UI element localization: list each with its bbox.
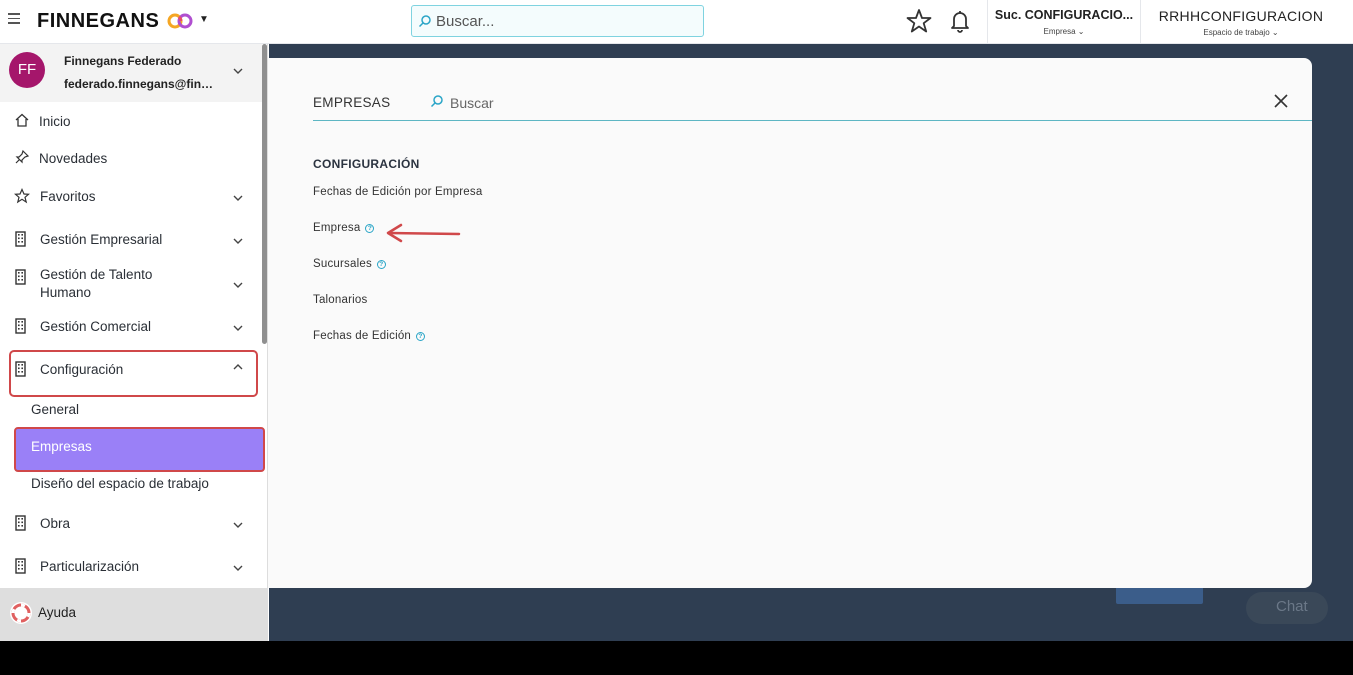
chevron-up-icon — [233, 364, 243, 370]
sidebar-item-obra[interactable]: Obra — [0, 513, 262, 533]
sidebar-subitem-diseno-espacio[interactable]: Diseño del espacio de trabajo — [31, 476, 209, 491]
building-icon — [15, 361, 26, 377]
modal-title: EMPRESAS — [313, 95, 391, 110]
sidebar-item-label: Inicio — [39, 114, 71, 129]
link-fechas-edicion-por-empresa[interactable]: Fechas de Edición por Empresa — [313, 186, 482, 198]
modal-header-divider — [313, 120, 1312, 121]
brand-infinity-icon — [167, 13, 193, 29]
empresas-modal: EMPRESAS CONFIGURACIÓN Fechas de Edición… — [268, 58, 1312, 588]
workspace-label: Espacio de trabajo ⌄ — [1203, 28, 1279, 37]
brand-dropdown-icon[interactable]: ▼ — [199, 14, 209, 25]
top-bar: FINNEGANS ▼ Suc. CONFIGURACIO... Empresa… — [0, 0, 1353, 44]
link-fechas-edicion[interactable]: Fechas de Edición? — [313, 330, 426, 342]
sidebar-item-label: Gestión de Talento Humano — [40, 267, 153, 300]
help-question-icon[interactable]: ? — [416, 332, 426, 341]
link-talonarios[interactable]: Talonarios — [313, 294, 367, 306]
building-icon — [15, 231, 26, 247]
brand-logo-text: FINNEGANS — [37, 10, 160, 32]
background-button — [1116, 586, 1203, 604]
sidebar-item-favoritos[interactable]: Favoritos — [0, 186, 262, 206]
sidebar-item-label: Obra — [40, 516, 71, 531]
global-search-input[interactable] — [436, 11, 696, 31]
notifications-bell-icon[interactable] — [946, 7, 974, 35]
sidebar-subitem-general[interactable]: General — [31, 402, 79, 417]
chevron-down-icon[interactable] — [232, 66, 244, 76]
branch-value: Suc. CONFIGURACIO... — [994, 8, 1134, 22]
link-sucursales[interactable]: Sucursales? — [313, 258, 386, 270]
workspace-value: RRHHCONFIGURACION — [1158, 8, 1324, 24]
branch-label: Empresa ⌄ — [1043, 27, 1085, 36]
workspace-selector[interactable]: RRHHCONFIGURACION Espacio de trabajo ⌄ — [1141, 0, 1341, 44]
branch-selector[interactable]: Suc. CONFIGURACIO... Empresa ⌄ — [988, 0, 1140, 44]
close-icon[interactable] — [1272, 92, 1290, 110]
pin-icon — [15, 149, 30, 164]
chevron-down-icon — [233, 565, 243, 571]
building-icon — [15, 558, 26, 574]
modal-search-input[interactable] — [450, 92, 750, 114]
hamburger-menu-icon[interactable] — [8, 13, 20, 25]
building-icon — [15, 515, 26, 531]
building-icon — [15, 318, 26, 334]
help-button[interactable]: Ayuda — [0, 588, 268, 641]
chevron-down-icon — [233, 325, 243, 331]
sidebar-item-particularizacion[interactable]: Particularización — [0, 556, 262, 576]
user-email: federado.finnegans@finnegans.com.ar — [64, 77, 214, 91]
sidebar-item-gestion-empresarial[interactable]: Gestión Empresarial — [0, 229, 262, 249]
chevron-down-icon — [233, 282, 243, 288]
chevron-down-icon — [233, 238, 243, 244]
lifebuoy-icon — [10, 602, 32, 624]
chevron-down-icon: ⌄ — [1271, 28, 1279, 37]
section-title: CONFIGURACIÓN — [313, 157, 420, 171]
help-label: Ayuda — [38, 605, 77, 620]
sidebar-item-configuracion[interactable]: Configuración — [0, 359, 262, 379]
sidebar-item-novedades[interactable]: Novedades — [0, 148, 262, 168]
chat-label: Chat — [1276, 598, 1308, 615]
chat-button: Chat — [1246, 592, 1328, 624]
chevron-down-icon: ⌄ — [1077, 27, 1085, 36]
sidebar-item-inicio[interactable]: Inicio — [0, 111, 262, 131]
global-search[interactable] — [411, 5, 704, 37]
sidebar-item-label: Gestión Comercial — [40, 319, 152, 334]
user-name: Finnegans Federado — [64, 54, 182, 68]
favorites-star-icon[interactable] — [905, 7, 933, 35]
sidebar-scrollbar[interactable] — [262, 44, 267, 344]
help-question-icon[interactable]: ? — [376, 260, 386, 269]
annotation-arrow-icon — [386, 223, 461, 243]
help-question-icon[interactable]: ? — [365, 224, 375, 233]
sidebar-item-label: Novedades — [39, 151, 108, 166]
chevron-down-icon — [233, 195, 243, 201]
building-icon — [15, 269, 26, 285]
app-window: FINNEGANS ▼ Suc. CONFIGURACIO... Empresa… — [0, 0, 1353, 641]
star-icon — [14, 188, 30, 204]
sidebar-item-label: Gestión Empresarial — [40, 232, 163, 247]
chevron-down-icon — [233, 522, 243, 528]
home-icon — [15, 113, 29, 127]
sidebar-item-label: Particularización — [40, 559, 140, 574]
search-icon — [418, 15, 431, 28]
avatar: FF — [9, 52, 45, 88]
user-profile[interactable]: FF Finnegans Federado federado.finnegans… — [0, 44, 262, 102]
sidebar-item-gestion-talento-humano[interactable]: Gestión de Talento Humano — [0, 266, 262, 302]
sidebar-item-label: Configuración — [40, 362, 124, 377]
sidebar-subitem-empresas[interactable]: Empresas — [31, 439, 92, 454]
sidebar: FF Finnegans Federado federado.finnegans… — [0, 44, 268, 641]
sidebar-item-label: Favoritos — [40, 189, 96, 204]
sidebar-item-gestion-comercial[interactable]: Gestión Comercial — [0, 316, 262, 336]
link-empresa[interactable]: Empresa? — [313, 222, 375, 234]
search-icon — [430, 95, 443, 108]
